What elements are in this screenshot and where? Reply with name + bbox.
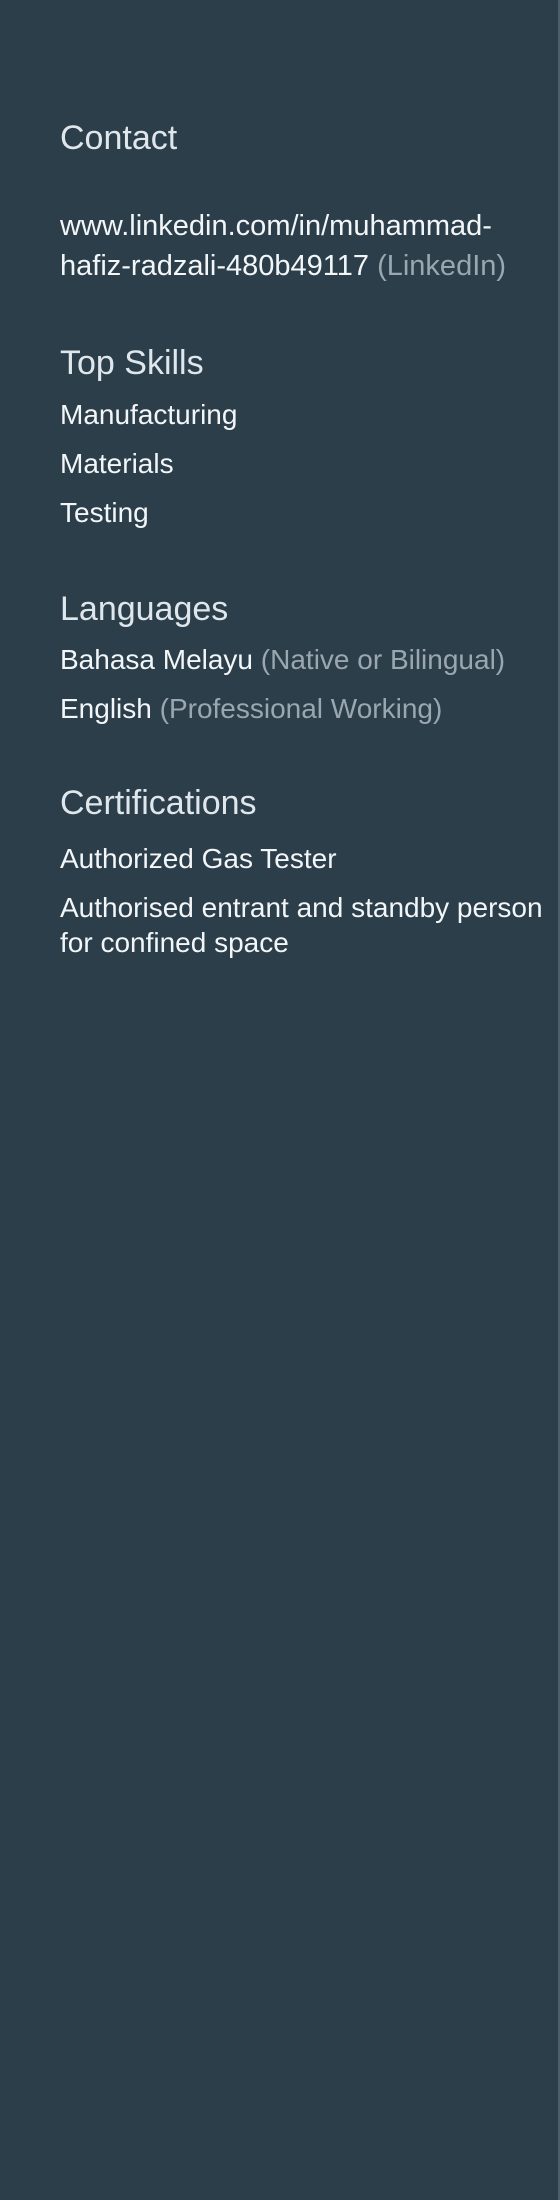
- top-skills-heading: Top Skills: [60, 343, 204, 382]
- linkedin-contact[interactable]: www.linkedin.com/in/muhammad-hafiz-radza…: [60, 206, 550, 286]
- contact-heading: Contact: [60, 119, 178, 157]
- profile-sidebar: Contact www.linkedin.com/in/muhammad-haf…: [60, 0, 550, 960]
- language-item: Bahasa Melayu (Native or Bilingual): [60, 641, 550, 679]
- skill-item: Testing: [60, 496, 149, 528]
- certification-item: Authorised entrant and standby person fo…: [60, 892, 543, 959]
- language-name: Bahasa Melayu: [60, 644, 254, 676]
- certifications-list: Authorized Gas Tester Authorised entrant…: [60, 841, 550, 960]
- language-name: English: [60, 693, 152, 725]
- top-skills-list: Manufacturing Materials Testing: [60, 396, 550, 532]
- languages-list: Bahasa Melayu (Native or Bilingual) Engl…: [60, 641, 550, 728]
- linkedin-label: (LinkedIn): [377, 249, 507, 282]
- languages-heading: Languages: [60, 589, 229, 628]
- language-level: (Native or Bilingual): [260, 644, 506, 676]
- resume-sidebar-page: { "contact": { "heading": "Contact", "li…: [0, 0, 560, 2200]
- certification-item: Authorized Gas Tester: [60, 843, 337, 875]
- language-item: English (Professional Working): [60, 690, 550, 728]
- skill-item: Manufacturing: [60, 398, 238, 430]
- language-level: (Professional Working): [159, 693, 443, 725]
- skill-item: Materials: [60, 447, 174, 479]
- certifications-heading: Certifications: [60, 784, 257, 823]
